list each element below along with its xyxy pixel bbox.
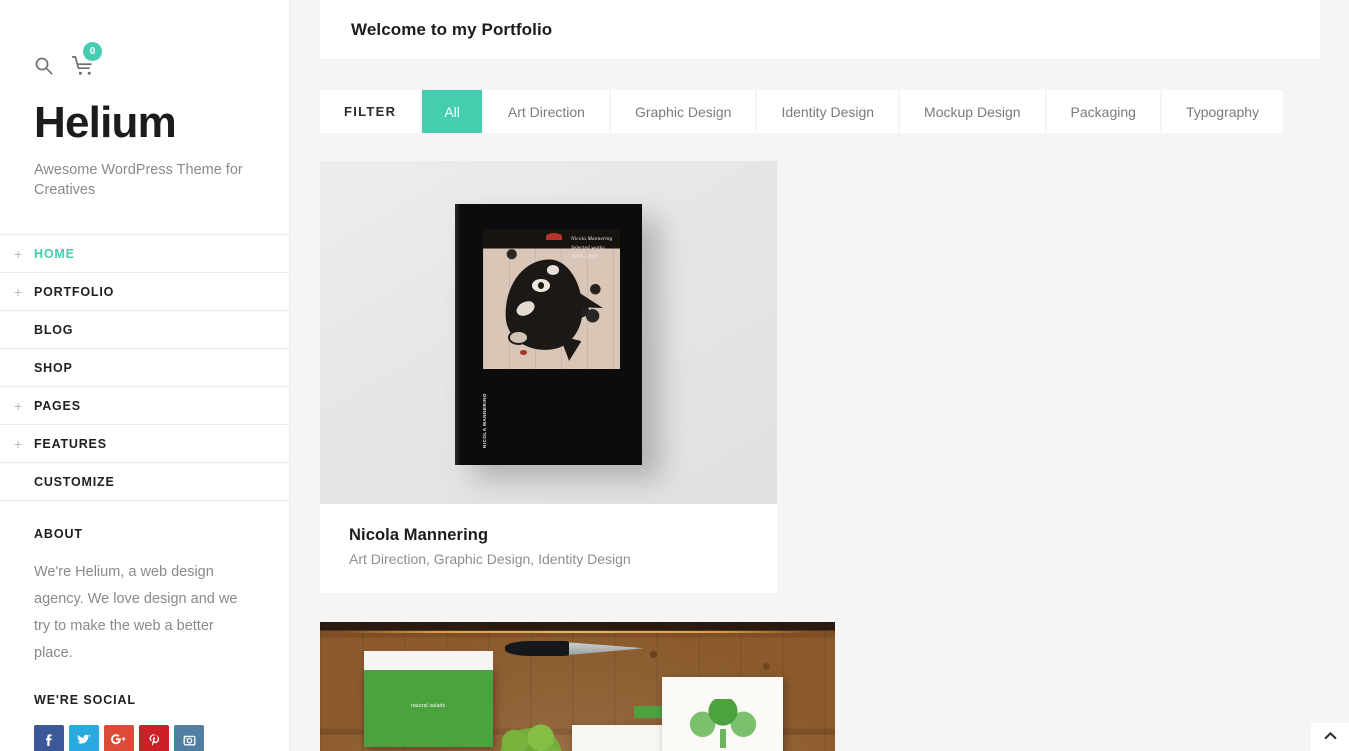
sidebar-nav: + HOME + PORTFOLIO BLOG SHOP + PAGES + F (0, 234, 289, 502)
about-widget: ABOUT We're Helium, a web design agency.… (0, 501, 289, 667)
social-widget-title: WE'RE SOCIAL (34, 693, 136, 708)
main-content: Welcome to my Portfolio FILTER All Art D… (290, 0, 1349, 751)
social-widget: WE'RE SOCIAL (0, 667, 289, 751)
sidebar-item-label: BLOG (34, 322, 74, 337)
expand-plus-icon[interactable]: + (14, 247, 22, 261)
about-widget-title: ABOUT (34, 527, 83, 542)
chevron-up-icon (1323, 732, 1337, 740)
expand-plus-icon[interactable]: + (14, 437, 22, 451)
book-cover-artwork: Nicola Mannering Selected works 2003—201… (454, 203, 643, 465)
scroll-to-top-button[interactable] (1311, 723, 1349, 751)
sidebar-item-label: FEATURES (34, 436, 107, 451)
search-icon[interactable] (34, 56, 54, 76)
pinterest-icon[interactable] (139, 725, 169, 751)
portfolio-item-natural-salads[interactable]: natural salads Natural Salads Graphic De… (320, 622, 835, 751)
sidebar-item-label: SHOP (34, 360, 73, 375)
filter-option-packaging[interactable]: Packaging (1046, 90, 1160, 133)
sidebar-item-label: PAGES (34, 398, 81, 413)
filter-option-all[interactable]: All (422, 90, 482, 133)
broccoli (489, 718, 573, 751)
sidebar: 0 Helium Awesome WordPress Theme for Cre… (0, 0, 290, 751)
filter-option-typography[interactable]: Typography (1161, 90, 1284, 133)
sidebar-item-portfolio[interactable]: + PORTFOLIO (0, 273, 289, 312)
page-title-panel: Welcome to my Portfolio (320, 0, 1320, 59)
about-widget-text: We're Helium, a web design agency. We lo… (34, 564, 238, 662)
sidebar-item-customize[interactable]: CUSTOMIZE (0, 463, 289, 502)
site-tagline: Awesome WordPress Theme for Creatives (34, 162, 243, 199)
portfolio-item-nicola-mannering[interactable]: Nicola Mannering Selected works 2003—201… (320, 161, 777, 593)
portfolio-thumbnail-book-cover[interactable]: Nicola Mannering Selected works 2003—201… (320, 161, 777, 504)
sidebar-item-features[interactable]: + FEATURES (0, 425, 289, 464)
sidebar-item-blog[interactable]: BLOG (0, 311, 289, 350)
sidebar-item-label: PORTFOLIO (34, 284, 115, 299)
sidebar-item-pages[interactable]: + PAGES (0, 387, 289, 426)
facebook-icon[interactable] (34, 725, 64, 751)
filter-option-identity-design[interactable]: Identity Design (757, 90, 899, 133)
filter-option-art-direction[interactable]: Art Direction (483, 90, 609, 133)
portfolio-item-categories: Art Direction, Graphic Design, Identity … (349, 551, 631, 567)
shopping-cart-icon[interactable]: 0 (71, 42, 102, 77)
sidebar-item-shop[interactable]: SHOP (0, 349, 289, 388)
expand-plus-icon[interactable]: + (14, 285, 22, 299)
cart-count-badge: 0 (83, 42, 102, 61)
portfolio-filter-bar: FILTER All Art Direction Graphic Design … (320, 90, 1320, 133)
portfolio-page: 0 Helium Awesome WordPress Theme for Cre… (0, 0, 1349, 751)
portfolio-item-title[interactable]: Nicola Mannering (349, 526, 748, 545)
logo-poster: natural salads (662, 676, 784, 751)
social-links (34, 725, 255, 751)
filter-option-graphic-design[interactable]: Graphic Design (610, 90, 756, 133)
filter-label: FILTER (320, 90, 421, 133)
filter-option-mockup-design[interactable]: Mockup Design (900, 90, 1045, 133)
page-title: Welcome to my Portfolio (351, 19, 553, 39)
instagram-icon[interactable] (174, 725, 204, 751)
book-cover-caption: Nicola Mannering Selected works 2003—201… (570, 236, 613, 261)
twitter-icon[interactable] (69, 725, 99, 751)
kitchen-knife (505, 637, 645, 663)
sidebar-header: 0 Helium Awesome WordPress Theme for Cre… (0, 0, 289, 200)
sidebar-item-label: HOME (34, 246, 75, 261)
portfolio-thumbnail-natural-salads[interactable]: natural salads (320, 622, 835, 751)
expand-plus-icon[interactable]: + (14, 399, 22, 413)
green-packaging-box (363, 650, 493, 748)
sidebar-utility-icons: 0 (34, 42, 255, 80)
book-spine-text: NICOLA MANNERING (482, 392, 488, 448)
site-brand-title[interactable]: Helium (34, 99, 255, 146)
portfolio-caption: Nicola Mannering Art Direction, Graphic … (320, 504, 777, 593)
portfolio-grid: Nicola Mannering Selected works 2003—201… (320, 161, 1320, 751)
google-plus-icon[interactable] (104, 725, 134, 751)
sidebar-item-home[interactable]: + HOME (0, 235, 289, 274)
sidebar-item-label: CUSTOMIZE (34, 474, 115, 489)
